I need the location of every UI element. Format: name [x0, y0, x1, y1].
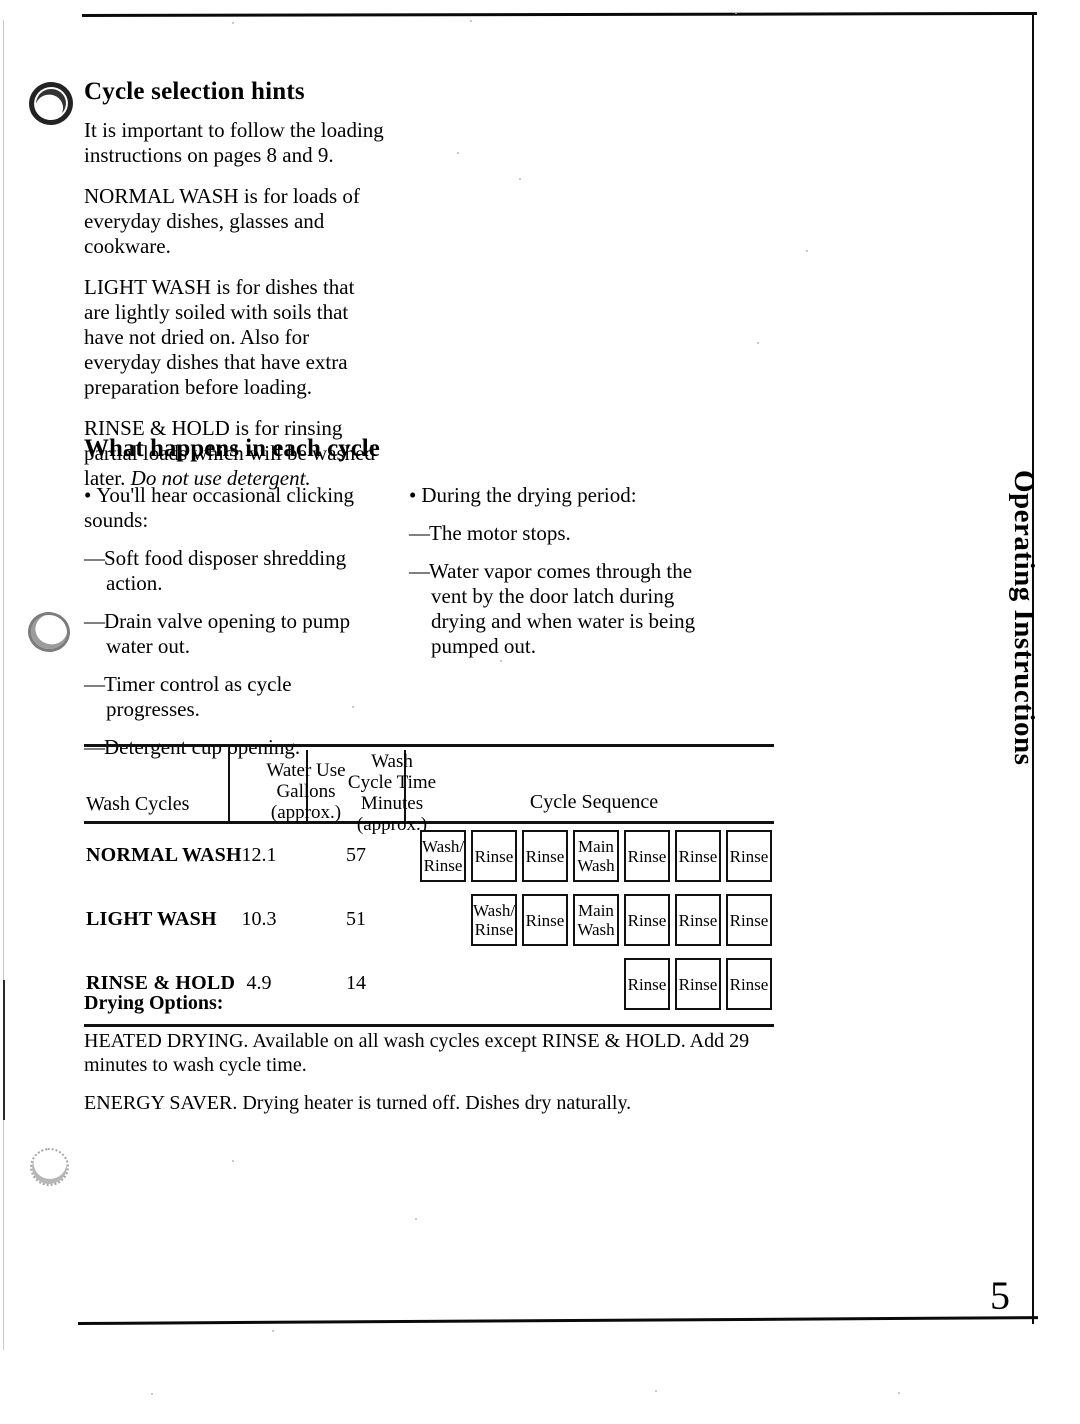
- table-header-row: Wash Cycles Water Use Gallons (approx.) …: [84, 747, 774, 835]
- cell-cycle-time: 51: [346, 908, 366, 930]
- scan-edge-line: [3, 20, 4, 1350]
- list-item: • During the drying period:: [409, 483, 709, 508]
- list-item: —The motor stops.: [409, 521, 709, 546]
- document-page: Operating Instructions Cycle selection h…: [0, 0, 1080, 1424]
- em-dash-icon: —: [409, 521, 430, 545]
- list-item: —Water vapor comes through the vent by t…: [409, 559, 709, 659]
- scan-speck: [519, 178, 521, 180]
- sequence-box: Rinse: [726, 830, 772, 882]
- bullet-icon: •: [409, 483, 417, 507]
- scan-edge-smudge: [3, 980, 5, 1120]
- list-item-label: You'll hear occasional clicking sounds:: [84, 483, 355, 532]
- scan-speck: [415, 1218, 417, 1220]
- list-item: —Soft food disposer shredding action.: [84, 546, 384, 596]
- what-happens-right-column: • During the drying period: —The motor st…: [409, 483, 709, 672]
- sequence-box: Wash/Rinse: [420, 830, 466, 882]
- sequence-box: Main Wash: [573, 894, 619, 946]
- what-happens-left-column: • You'll hear occasional clicking sounds:…: [84, 483, 384, 773]
- cycle-sequence-boxes: Wash/Rinse Rinse Main Wash Rinse Rinse Ri…: [420, 890, 775, 952]
- list-item-label: Drain valve opening to pump water out.: [104, 609, 351, 658]
- cell-cycle-time: 57: [346, 844, 366, 866]
- sequence-box: Main Wash: [573, 830, 619, 882]
- scan-speck: [151, 1393, 153, 1395]
- column-header-line: Wash: [371, 751, 413, 772]
- list-item: —Timer control as cycle progresses.: [84, 672, 384, 722]
- scan-speck: [232, 1160, 234, 1162]
- drying-options-title: Drying Options:: [84, 992, 224, 1014]
- drying-options-section: Drying Options: HEATED DRYING. Available…: [84, 978, 774, 1129]
- ink-blob-icon-3: [28, 1146, 71, 1188]
- page-top-rule: [81, 11, 1038, 17]
- em-dash-icon: —: [84, 546, 105, 570]
- list-item-label: Water vapor comes through the vent by th…: [429, 559, 696, 658]
- sequence-box: Rinse: [675, 830, 721, 882]
- cell-water-use: 10.3: [241, 908, 277, 930]
- scan-speck: [457, 152, 459, 154]
- page-bottom-rule: [77, 1316, 1038, 1325]
- column-header-line: Cycle Time: [347, 772, 437, 793]
- sequence-box: Rinse: [522, 894, 568, 946]
- drying-option: HEATED DRYING. Available on all wash cyc…: [84, 1030, 750, 1076]
- cell-cycle-name: LIGHT WASH: [86, 908, 217, 930]
- em-dash-icon: —: [409, 559, 430, 583]
- table-row: NORMAL WASH 12.1 57 Wash/Rinse Rinse Rin…: [84, 826, 774, 888]
- list-item: —Drain valve opening to pump water out.: [84, 609, 384, 659]
- what-happens-section: What happens in each cycle • You'll hear …: [84, 435, 954, 759]
- sequence-box: Rinse: [675, 894, 721, 946]
- scan-speck: [232, 22, 234, 24]
- cell-water-use: 12.1: [241, 844, 277, 866]
- hints-paragraph: It is important to follow the loading in…: [84, 118, 384, 167]
- cycle-sequence-boxes: Wash/Rinse Rinse Rinse Main Wash Rinse Ri…: [420, 826, 775, 888]
- sequence-box: Rinse: [471, 830, 517, 882]
- page-title: Cycle selection hints: [84, 78, 305, 105]
- sequence-box: Rinse: [624, 830, 670, 882]
- scan-speck: [757, 342, 759, 344]
- hints-paragraph: NORMAL WASH is for loads of everyday dis…: [84, 184, 360, 258]
- scan-speck: [655, 1390, 657, 1392]
- sequence-box: Rinse: [726, 894, 772, 946]
- sequence-box: Rinse: [624, 894, 670, 946]
- section-side-tab: Operating Instructions: [1008, 470, 1040, 766]
- list-item: • You'll hear occasional clicking sounds:: [84, 483, 384, 533]
- scan-speck: [898, 1392, 900, 1394]
- page-number: 5: [990, 1273, 1010, 1318]
- sequence-box: Rinse: [522, 830, 568, 882]
- em-dash-icon: —: [84, 672, 105, 696]
- hints-paragraph: LIGHT WASH is for dishes that are lightl…: [84, 275, 355, 399]
- column-header-cycle-sequence: Cycle Sequence: [529, 791, 659, 813]
- ink-blob-icon-2: [25, 609, 73, 655]
- list-item-label: Timer control as cycle progresses.: [104, 672, 292, 721]
- drying-option: ENERGY SAVER. Drying heater is turned of…: [84, 1092, 632, 1114]
- list-item-label: The motor stops.: [429, 521, 571, 545]
- cycle-selection-hints-section: Cycle selection hints It is important to…: [84, 78, 384, 491]
- sequence-box: Wash/Rinse: [471, 894, 517, 946]
- scan-speck: [735, 12, 737, 14]
- scan-speck: [470, 20, 472, 22]
- list-item-label: Soft food disposer shredding action.: [104, 546, 347, 595]
- bullet-icon: •: [84, 483, 92, 507]
- em-dash-icon: —: [84, 609, 105, 633]
- table-row: LIGHT WASH 10.3 51 Wash/Rinse Rinse Main…: [84, 890, 774, 952]
- what-happens-title: What happens in each cycle: [84, 435, 380, 462]
- scan-speck: [272, 1330, 274, 1332]
- ink-blob-icon: [24, 77, 78, 130]
- list-item-label: During the drying period:: [421, 483, 637, 507]
- scan-speck: [806, 250, 808, 252]
